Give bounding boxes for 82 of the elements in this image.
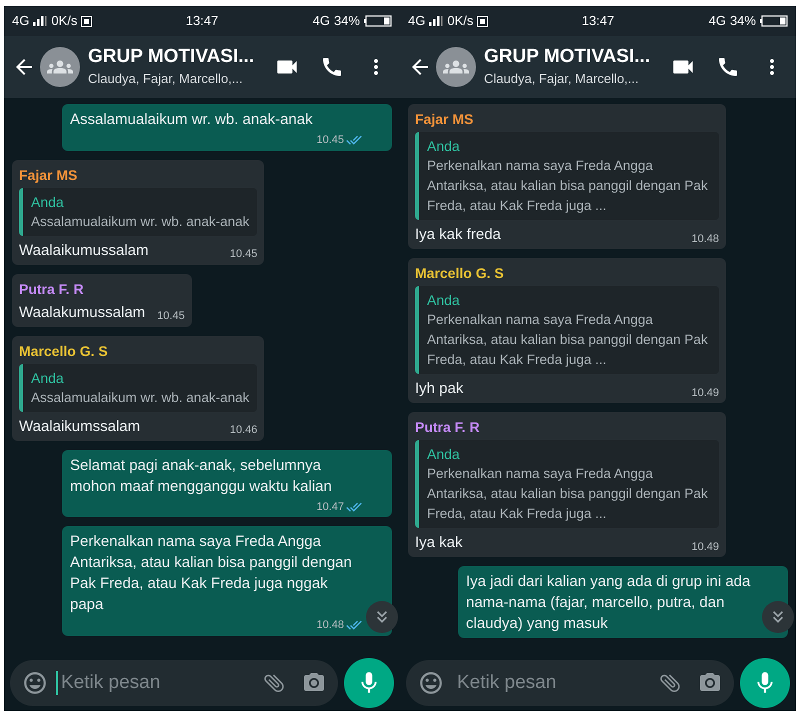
message-text: Iya kak freda bbox=[415, 225, 501, 245]
message-time: 10.48 bbox=[691, 232, 719, 246]
outgoing-message-bubble[interactable]: Iya jadi dari kalian yang ada di grup ini ada nama-nama (fajar, marcello, putra, dan claudya) yang masuk bbox=[458, 566, 788, 638]
quote-text: Assalamualaikum wr. wb. anak-anak bbox=[31, 212, 250, 230]
battery-percent: 34% bbox=[334, 12, 360, 30]
message-time: 10.47 bbox=[316, 500, 344, 514]
quote-author: Anda bbox=[427, 291, 461, 310]
outgoing-message-bubble[interactable]: Selamat pagi anak-anak, sebelumnya mohon maaf mengganggu waktu kalian 10.47 bbox=[62, 450, 392, 517]
quoted-message[interactable]: Anda Assalamualaikum wr. wb. anak-anak bbox=[19, 364, 258, 412]
chat-members: Claudya, Fajar, Marcello,... bbox=[484, 70, 640, 88]
group-avatar[interactable] bbox=[40, 47, 80, 87]
message-input[interactable]: Ketik pesan bbox=[406, 660, 734, 706]
message-time: 10.45 bbox=[157, 309, 185, 324]
message-text: Waalakumussalam bbox=[19, 302, 146, 322]
mic-button[interactable] bbox=[740, 658, 790, 708]
input-placeholder: Ketik pesan bbox=[456, 671, 556, 695]
quoted-message[interactable]: Anda Perkenalkan nama saya Freda Angga Antariksa, atau kalian bisa panggil dengan Pak Freda, atau Kak Freda juga ... bbox=[415, 132, 719, 220]
quote-text: Perkenalkan nama saya Freda Angga Antariksa, atau kalian bisa panggil dengan Pak Freda, atau Kak Freda juga ... bbox=[427, 465, 709, 523]
quoted-message[interactable]: Anda Perkenalkan nama saya Freda Angga Antariksa, atau kalian bisa panggil dengan Pak Freda, atau Kak Freda juga ... bbox=[415, 286, 719, 374]
battery-icon bbox=[760, 15, 788, 27]
phone-call-icon[interactable] bbox=[716, 55, 740, 79]
incoming-message-bubble[interactable]: Putra F. R Anda Perkenalkan nama saya Freda Angga Antariksa, atau kalian bisa panggil dengan Pak Freda, atau Kak Freda juga ... Iya kak 10.49 bbox=[408, 412, 726, 557]
clock: 13:47 bbox=[186, 12, 218, 30]
message-text: Waalaikumssalam bbox=[19, 416, 140, 436]
chat-members: Claudya, Fajar, Marcello,... bbox=[88, 70, 244, 88]
sender-name: Marcello G. S bbox=[19, 342, 109, 360]
group-avatar[interactable] bbox=[436, 47, 476, 87]
chat-title[interactable]: GRUP MOTIVASI... bbox=[484, 45, 670, 70]
battery-icon bbox=[364, 15, 392, 27]
sender-name: Putra F. R bbox=[19, 280, 85, 298]
message-time: 10.46 bbox=[230, 423, 258, 438]
network-label: 4G bbox=[312, 12, 330, 30]
message-text: Iyh pak bbox=[415, 379, 464, 399]
quote-text: Assalamualaikum wr. wb. anak-anak bbox=[31, 388, 250, 406]
phone-call-icon[interactable] bbox=[320, 55, 344, 79]
data-speed: 0K/s bbox=[51, 12, 78, 30]
quoted-message[interactable]: Anda Perkenalkan nama saya Freda Angga Antariksa, atau kalian bisa panggil dengan Pak Freda, atau Kak Freda juga ... bbox=[415, 440, 719, 528]
signal-icon bbox=[33, 16, 48, 26]
sim-icon bbox=[81, 16, 92, 26]
quote-text: Perkenalkan nama saya Freda Angga Antariksa, atau kalian bisa panggil dengan Pak Freda, atau Kak Freda juga ... bbox=[427, 311, 709, 369]
incoming-message-bubble[interactable]: Fajar MS Anda Perkenalkan nama saya Freda Angga Antariksa, atau kalian bisa panggil dengan Pak Freda, atau Kak Freda juga ... Iya kak freda 10.48 bbox=[408, 104, 726, 249]
message-input[interactable]: Ketik pesan bbox=[10, 660, 338, 706]
sender-name: Fajar MS bbox=[415, 110, 474, 129]
sim-icon bbox=[477, 16, 488, 26]
network-label: 4G bbox=[708, 12, 726, 30]
message-time: 10.48 bbox=[316, 618, 344, 633]
network-label: 4G bbox=[408, 12, 426, 30]
data-speed: 0K/s bbox=[447, 12, 474, 30]
message-text: Assalamualaikum wr. wb. anak-anak bbox=[70, 110, 313, 130]
message-text: Iya kak bbox=[415, 533, 463, 553]
quote-author: Anda bbox=[427, 137, 461, 156]
battery-percent: 34% bbox=[730, 12, 756, 30]
sender-name: Fajar MS bbox=[19, 166, 78, 184]
chat-title[interactable]: GRUP MOTIVASI... bbox=[88, 45, 274, 70]
input-placeholder: Ketik pesan bbox=[56, 671, 160, 695]
quote-author: Anda bbox=[427, 445, 461, 464]
quote-author: Anda bbox=[31, 192, 65, 212]
incoming-message-bubble[interactable]: Fajar MS Anda Assalamualaikum wr. wb. anak-anak Waalaikumussalam 10.45 bbox=[12, 160, 264, 264]
incoming-message-bubble[interactable]: Marcello G. S Anda Perkenalkan nama saya Freda Angga Antariksa, atau kalian bisa panggil dengan Pak Freda, atau Kak Freda juga ... Iyh pak 10.49 bbox=[408, 258, 726, 403]
sender-name: Marcello G. S bbox=[415, 264, 505, 283]
quoted-message[interactable]: Anda Assalamualaikum wr. wb. anak-anak bbox=[19, 188, 258, 236]
outgoing-message-bubble[interactable]: Perkenalkan nama saya Freda Angga Antariksa, atau kalian bisa panggil dengan Pak Freda, atau Kak Freda juga nggak papa 10.48 bbox=[62, 526, 392, 636]
emoji-icon[interactable] bbox=[418, 670, 444, 696]
incoming-message-bubble[interactable]: Marcello G. S Anda Assalamualaikum wr. wb. anak-anak Waalaikumssalam 10.46 bbox=[12, 336, 264, 440]
message-text: Selamat pagi anak-anak, sebelumnya mohon maaf mengganggu waktu kalian bbox=[70, 456, 333, 496]
quote-author: Anda bbox=[31, 368, 65, 388]
emoji-icon[interactable] bbox=[22, 670, 48, 696]
mic-button[interactable] bbox=[344, 658, 394, 708]
quote-text: Perkenalkan nama saya Freda Angga Antariksa, atau kalian bisa panggil dengan Pak Freda, atau Kak Freda juga ... bbox=[427, 157, 709, 215]
message-text: Perkenalkan nama saya Freda Angga Antariksa, atau kalian bisa panggil dengan Pak Freda, atau Kak Freda juga nggak papa bbox=[70, 532, 353, 615]
message-time: 10.45 bbox=[316, 133, 344, 148]
clock: 13:47 bbox=[582, 12, 614, 30]
message-time: 10.45 bbox=[230, 247, 258, 262]
message-text: Waalaikumussalam bbox=[19, 240, 148, 260]
signal-icon bbox=[429, 16, 444, 26]
network-label: 4G bbox=[12, 12, 30, 30]
message-time: 10.49 bbox=[691, 386, 719, 400]
incoming-message-bubble[interactable]: Putra F. R Waalakumussalam 10.45 bbox=[12, 274, 192, 326]
outgoing-message-bubble[interactable]: Assalamualaikum wr. wb. anak-anak 10.45 bbox=[62, 104, 392, 150]
message-text: Iya jadi dari kalian yang ada di grup ini ada nama-nama (fajar, marcello, putra, dan claudya) yang masuk bbox=[466, 572, 752, 634]
sender-name: Putra F. R bbox=[415, 418, 481, 437]
message-time: 10.49 bbox=[691, 540, 719, 554]
